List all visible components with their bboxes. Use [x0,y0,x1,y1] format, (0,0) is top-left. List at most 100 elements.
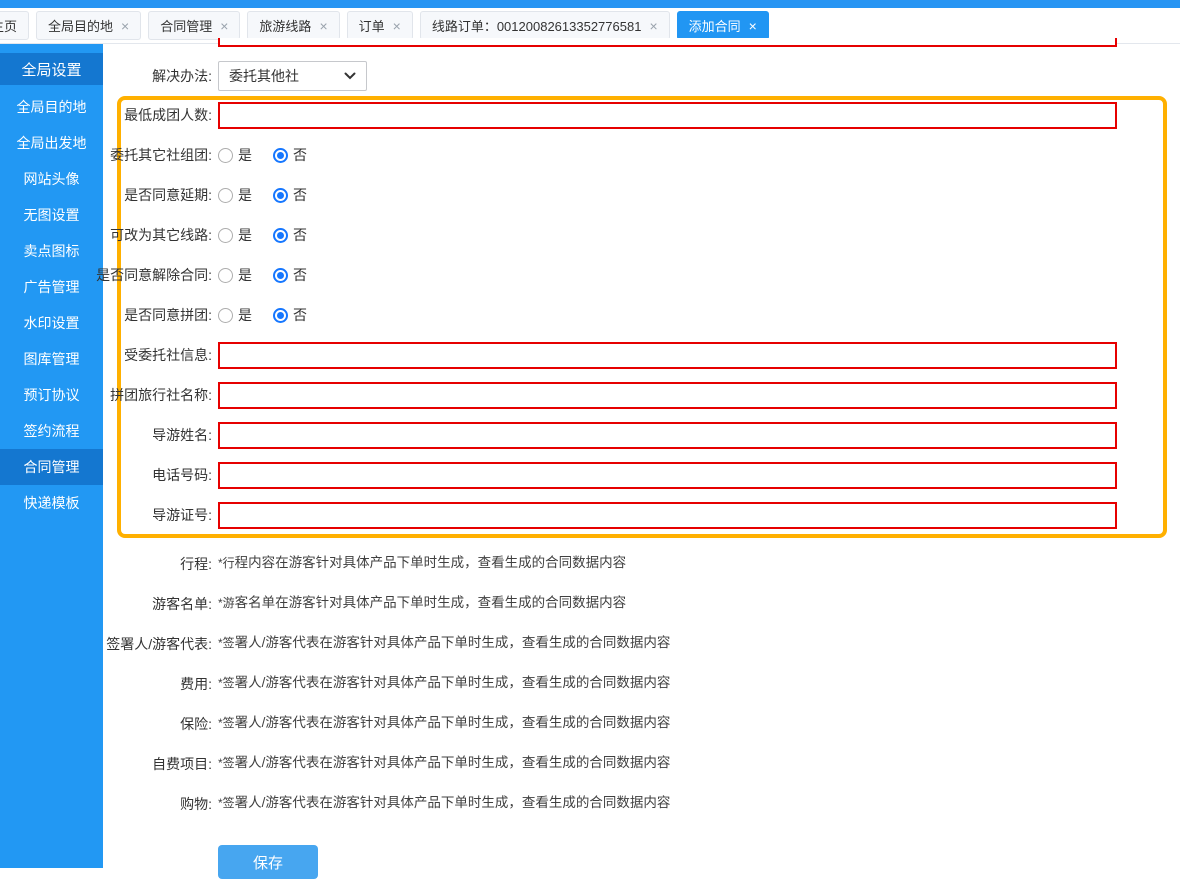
tab-label: 线路订单：00120082613352776581 [432,16,642,35]
row-self-paid-items: 自费项目:*签署人/游客代表在游客针对具体产品下单时生成，查看生成的合同数据内容 [103,741,1180,781]
clipped-input[interactable] [218,38,1117,47]
field-agree-group-join-option-yes[interactable]: 是 [218,305,252,325]
tab-add-contract[interactable]: 添加合同× [677,11,769,40]
close-icon[interactable]: × [649,19,657,33]
field-label: 游客名单: [152,594,212,614]
solution-select[interactable]: 委托其他社 [218,61,367,91]
field-label: 拼团旅行社名称: [110,385,212,405]
sidebar-header-global-settings[interactable]: 全局设置 [0,53,103,85]
row-control [218,382,1163,409]
field-label: 费用: [180,674,212,694]
field-label: 是否同意拼团: [124,305,212,325]
tab-label: 订单 [359,16,385,35]
field-entrust-other-agency-option-no[interactable]: 否 [273,145,307,165]
generated-note: *签署人/游客代表在游客针对具体产品下单时生成，查看生成的合同数据内容 [218,631,1180,651]
field-label: 解决办法: [152,66,212,86]
field-guide-cert-number: 导游证号: [121,501,1163,529]
sidebar-item-express-template[interactable]: 快递模板 [0,485,103,521]
field-min-group-size-input[interactable] [218,102,1117,129]
row-itinerary: 行程:*行程内容在游客针对具体产品下单时生成，查看生成的合同数据内容 [103,541,1180,581]
highlight-outline-box: 最低成团人数:委托其它社组团:是否是否同意延期:是否可改为其它线路:是否是否同意… [117,96,1167,538]
sidebar-item-contract-management[interactable]: 合同管理 [0,449,103,485]
field-agree-postpone-option-yes[interactable]: 是 [218,185,252,205]
tab-orders[interactable]: 订单 × [347,11,413,40]
sidebar-item-no-image-settings[interactable]: 无图设置 [0,197,103,233]
field-label: 购物: [180,794,212,814]
radio-checked-icon[interactable] [273,228,288,243]
field-guide-name-input[interactable] [218,422,1117,449]
close-icon[interactable]: × [121,19,129,33]
tab-label: 主页 [0,16,17,35]
field-phone-number-input[interactable] [218,462,1117,489]
tab-home[interactable]: 主页 [0,11,29,40]
note-section: 行程:*行程内容在游客针对具体产品下单时生成，查看生成的合同数据内容游客名单: *… [103,541,1180,821]
radio-unchecked-icon[interactable] [218,308,233,323]
sidebar-item-booking-agreement[interactable]: 预订协议 [0,377,103,413]
close-icon[interactable]: × [220,19,228,33]
sidebar-item-selling-point-icons[interactable]: 卖点图标 [0,233,103,269]
generated-note: *签署人/游客代表在游客针对具体产品下单时生成，查看生成的合同数据内容 [218,751,1180,771]
field-group-agency-name-input[interactable] [218,382,1117,409]
field-label: 受委托社信息: [124,345,212,365]
generated-note: *签署人/游客代表在游客针对具体产品下单时生成，查看生成的合同数据内容 [218,711,1180,731]
row-fees: 费用: *签署人/游客代表在游客针对具体产品下单时生成，查看生成的合同数据内容 [103,661,1180,701]
radio-label: 是 [238,265,252,285]
field-change-to-other-route-option-yes[interactable]: 是 [218,225,252,245]
tab-global-destination[interactable]: 全局目的地 × [36,11,141,40]
field-entrust-other-agency-option-yes[interactable]: 是 [218,145,252,165]
radio-checked-icon[interactable] [273,268,288,283]
row-control: 是否 [218,185,1163,205]
field-change-to-other-route-option-no[interactable]: 否 [273,225,307,245]
row-insurance: 保险:*签署人/游客代表在游客针对具体产品下单时生成，查看生成的合同数据内容 [103,701,1180,741]
tab-route-order[interactable]: 线路订单：00120082613352776581 × [420,11,670,40]
field-entrusted-agency-info-input[interactable] [218,342,1117,369]
radio-unchecked-icon[interactable] [218,188,233,203]
sidebar-item-global-departure[interactable]: 全局出发地 [0,125,103,161]
radio-unchecked-icon[interactable] [218,148,233,163]
field-entrust-other-agency-radio-group: 是否 [218,145,1163,165]
tab-travel-routes[interactable]: 旅游线路× [247,11,339,40]
field-agree-postpone-option-no[interactable]: 否 [273,185,307,205]
row-control [218,422,1163,449]
save-button[interactable]: 保存 [218,845,318,879]
field-change-to-other-route: 可改为其它线路:是否 [121,221,1163,249]
chevron-down-icon [344,72,356,80]
sidebar-item-ad-management[interactable]: 广告管理 [0,269,103,305]
field-label: 委托其它社组团: [110,145,212,165]
field-label: 最低成团人数: [124,105,212,125]
field-label: 签署人/游客代表: [106,634,212,654]
field-agree-group-join-radio-group: 是否 [218,305,1163,325]
close-icon[interactable]: × [319,19,327,33]
field-agree-group-join-option-no[interactable]: 否 [273,305,307,325]
sidebar-item-site-avatar[interactable]: 网站头像 [0,161,103,197]
radio-label: 否 [293,305,307,325]
tab-contract-management[interactable]: 合同管理× [148,11,240,40]
field-agree-terminate-contract: 是否同意解除合同:是否 [121,261,1163,289]
radio-unchecked-icon[interactable] [218,228,233,243]
radio-checked-icon[interactable] [273,148,288,163]
radio-label: 否 [293,145,307,165]
close-icon[interactable]: × [393,19,401,33]
sidebar: 全局设置 全局目的地全局出发地网站头像无图设置卖点图标广告管理水印设置图库管理预… [0,44,103,868]
row-shopping: 购物:*签署人/游客代表在游客针对具体产品下单时生成，查看生成的合同数据内容 [103,781,1180,821]
generated-note: *行程内容在游客针对具体产品下单时生成，查看生成的合同数据内容 [218,551,1180,571]
field-agree-terminate-contract-option-no[interactable]: 否 [273,265,307,285]
radio-checked-icon[interactable] [273,308,288,323]
field-guide-cert-number-input[interactable] [218,502,1117,529]
sidebar-item-global-destination[interactable]: 全局目的地 [0,89,103,125]
sidebar-item-signing-process[interactable]: 签约流程 [0,413,103,449]
sidebar-item-gallery-management[interactable]: 图库管理 [0,341,103,377]
row-control: 是否 [218,225,1163,245]
radio-label: 是 [238,185,252,205]
field-group-agency-name: 拼团旅行社名称: [121,381,1163,409]
close-icon[interactable]: × [749,19,757,33]
sidebar-item-watermark-settings[interactable]: 水印设置 [0,305,103,341]
field-label: 是否同意解除合同: [96,265,212,285]
field-label: 电话号码: [152,465,212,485]
tab-label: 全局目的地 [48,16,113,35]
radio-checked-icon[interactable] [273,188,288,203]
radio-label: 是 [238,145,252,165]
radio-unchecked-icon[interactable] [218,268,233,283]
generated-note: *签署人/游客代表在游客针对具体产品下单时生成，查看生成的合同数据内容 [218,671,1180,691]
field-agree-terminate-contract-option-yes[interactable]: 是 [218,265,252,285]
